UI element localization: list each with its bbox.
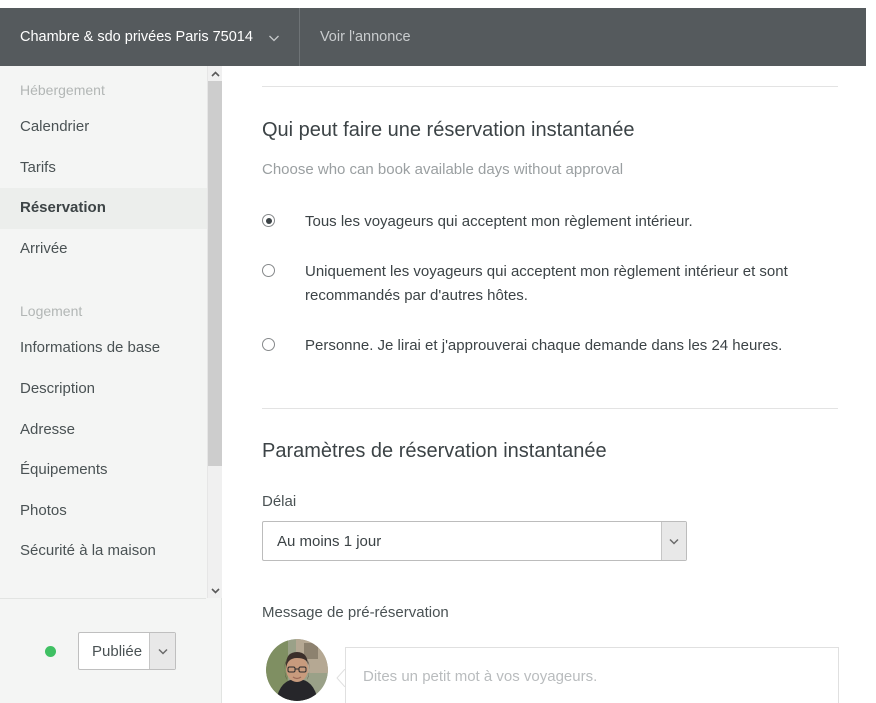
prebooking-message-label: Message de pré-réservation	[262, 604, 449, 621]
sidebar-item-arrivee[interactable]: Arrivée	[0, 229, 207, 270]
listing-status-select[interactable]: Publiée	[78, 632, 176, 670]
divider-top	[262, 86, 838, 87]
scroll-down-arrow-icon[interactable]	[208, 583, 222, 598]
listing-title: Chambre & sdo privées Paris 75014	[20, 29, 253, 45]
radio-indicator[interactable]	[262, 264, 275, 277]
nav-group-title-logement: Logement	[20, 303, 83, 320]
radio-label: Tous les voyageurs qui acceptent mon règ…	[305, 213, 693, 230]
section-subtitle-who-can-book: Choose who can book available days witho…	[262, 161, 624, 178]
radio-indicator[interactable]	[262, 338, 275, 351]
sidebar-item-securite-a-la-maison[interactable]: Sécurité à la maison	[0, 531, 207, 572]
avatar	[266, 639, 328, 701]
sidebar-scrollbar[interactable]	[207, 66, 222, 598]
radio-option-all-guests[interactable]: Tous les voyageurs qui acceptent mon règ…	[262, 210, 852, 234]
radio-option-recommended-guests[interactable]: Uniquement les voyageurs qui acceptent m…	[262, 260, 852, 308]
chevron-down-icon	[149, 633, 175, 669]
sidebar-item-calendrier[interactable]: Calendrier	[0, 107, 207, 148]
prebooking-message-textarea[interactable]: Dites un petit mot à vos voyageurs.	[345, 647, 839, 703]
radio-label: Personne. Je lirai et j'approuverai chaq…	[305, 337, 783, 354]
sidebar-scroll-area: Hébergement Calendrier Tarifs Réservatio…	[0, 66, 207, 598]
radio-indicator[interactable]	[262, 214, 275, 227]
sidebar-item-reservation[interactable]: Réservation	[0, 188, 207, 229]
view-listing-link[interactable]: Voir l'annonce	[300, 8, 431, 66]
section-title-instant-book-settings: Paramètres de réservation instantanée	[262, 440, 607, 462]
sidebar-item-photos[interactable]: Photos	[0, 491, 207, 532]
top-header-bar: Chambre & sdo privées Paris 75014 Voir l…	[0, 8, 866, 66]
scroll-up-arrow-icon[interactable]	[208, 66, 222, 81]
sidebar-item-equipements[interactable]: Équipements	[0, 450, 207, 491]
delay-select[interactable]: Au moins 1 jour	[262, 521, 687, 561]
section-title-who-can-book: Qui peut faire une réservation instantan…	[262, 119, 635, 141]
delay-field-label: Délai	[262, 493, 297, 510]
scrollbar-thumb[interactable]	[208, 81, 222, 466]
delay-select-value: Au moins 1 jour	[277, 532, 382, 550]
nav-group-title-hebergement: Hébergement	[20, 82, 105, 98]
listing-selector[interactable]: Chambre & sdo privées Paris 75014	[0, 8, 300, 66]
sidebar-item-informations-de-base[interactable]: Informations de base	[0, 328, 207, 369]
chevron-down-icon	[661, 522, 686, 560]
sidebar-item-description[interactable]: Description	[0, 369, 207, 410]
main-content: Qui peut faire une réservation instantan…	[222, 66, 876, 703]
chevron-down-icon	[267, 31, 281, 45]
radio-option-nobody[interactable]: Personne. Je lirai et j'approuverai chaq…	[262, 334, 852, 358]
sidebar-item-tarifs[interactable]: Tarifs	[0, 148, 207, 189]
prebooking-message-placeholder: Dites un petit mot à vos voyageurs.	[363, 668, 598, 685]
listing-status-row: Publiée	[0, 598, 206, 703]
divider-settings	[262, 408, 838, 409]
sidebar: Hébergement Calendrier Tarifs Réservatio…	[0, 66, 222, 703]
listing-status-value: Publiée	[92, 642, 143, 660]
sidebar-item-adresse[interactable]: Adresse	[0, 410, 207, 451]
instant-book-radio-group: Tous les voyageurs qui acceptent mon règ…	[262, 210, 852, 384]
radio-label: Uniquement les voyageurs qui acceptent m…	[305, 263, 788, 304]
status-dot-icon	[45, 645, 56, 657]
